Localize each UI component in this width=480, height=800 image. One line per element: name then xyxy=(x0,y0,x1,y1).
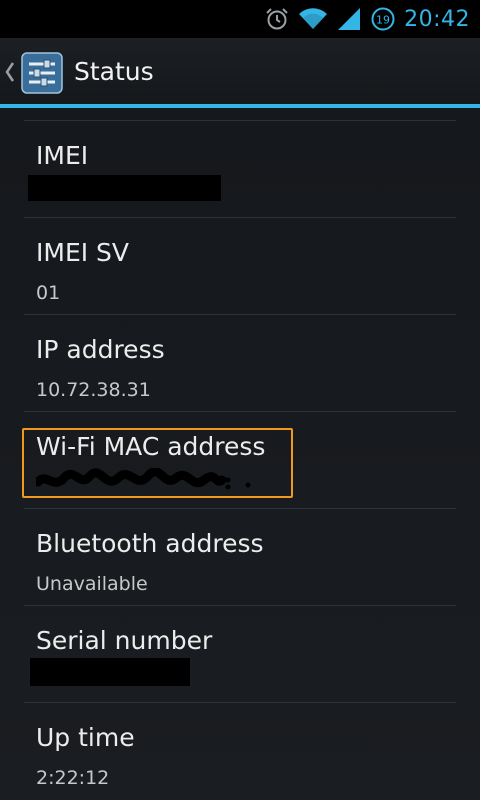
item-title: IP address xyxy=(36,335,165,364)
item-value: 2:22:12 xyxy=(36,767,110,789)
item-title: IMEI xyxy=(36,141,89,170)
chevron-left-icon xyxy=(5,62,15,82)
battery-level-text: 19 xyxy=(376,14,390,27)
item-title: IMEI SV xyxy=(36,238,130,267)
wifi-icon xyxy=(299,8,328,30)
redaction-bar xyxy=(28,175,221,201)
status-bar: 19 20:42 xyxy=(0,0,480,38)
item-title: Bluetooth address xyxy=(36,529,264,558)
redaction-bar xyxy=(30,658,190,686)
status-list: IMEI IMEI SV 01 IP address 10.72.38.31 W… xyxy=(0,108,480,800)
settings-sliders-icon[interactable] xyxy=(20,51,64,95)
list-item-imei-sv[interactable]: IMEI SV 01 xyxy=(24,218,456,314)
action-bar: Status xyxy=(0,38,480,104)
item-value: 10.72.38.31 xyxy=(36,379,151,401)
item-value: Unavailable xyxy=(36,573,148,595)
status-clock: 20:42 xyxy=(404,6,470,32)
status-icons: 19 20:42 xyxy=(264,4,470,34)
up-button[interactable] xyxy=(4,58,16,86)
battery-icon: 19 xyxy=(371,7,395,31)
list-item-imei[interactable]: IMEI xyxy=(24,121,456,217)
item-title: Serial number xyxy=(36,626,213,655)
redaction-scribble xyxy=(36,468,251,490)
item-value: 01 xyxy=(36,282,61,304)
list-item-up-time[interactable]: Up time 2:22:12 xyxy=(24,703,456,799)
list-item-bluetooth-address[interactable]: Bluetooth address Unavailable xyxy=(24,509,456,605)
alarm-icon xyxy=(266,8,288,30)
list-item-serial-number[interactable]: Serial number xyxy=(24,606,456,702)
signal-icon xyxy=(338,8,361,30)
list-item-ip-address[interactable]: IP address 10.72.38.31 xyxy=(24,315,456,411)
page-title: Status xyxy=(74,57,154,86)
item-title: Up time xyxy=(36,723,135,752)
